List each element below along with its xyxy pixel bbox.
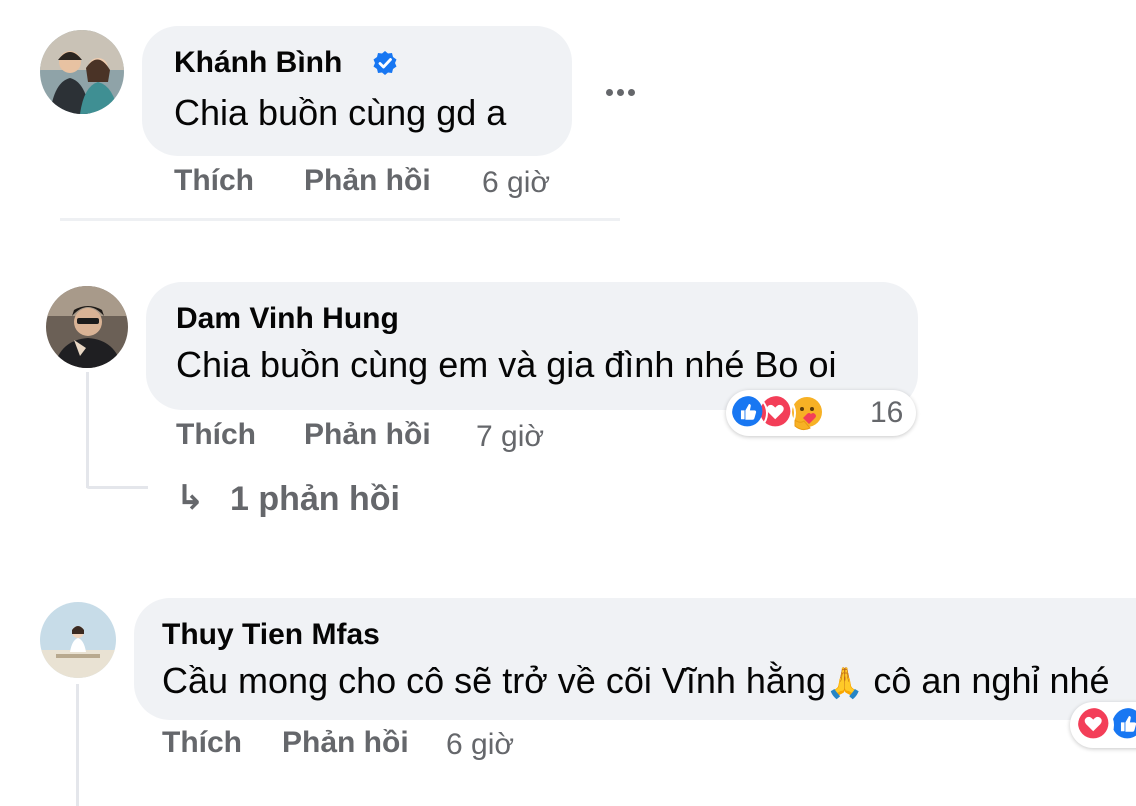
more-options-icon[interactable] [602, 84, 642, 100]
like-button[interactable]: Thích [176, 418, 256, 452]
comment-text: Chia buồn cùng em và gia đình nhé Bo oi [176, 344, 837, 385]
like-button[interactable]: Thích [174, 164, 254, 198]
comment-author[interactable]: Dam Vinh Hung [176, 302, 399, 336]
love-icon [1076, 706, 1114, 744]
thread-line-curve [86, 486, 148, 489]
comment-author[interactable]: Thuy Tien Mfas [162, 618, 380, 652]
verified-badge-icon [373, 51, 397, 75]
reaction-summary[interactable]: 16 [726, 390, 916, 436]
comment-author[interactable]: Khánh Bình [174, 46, 342, 80]
divider [60, 218, 620, 221]
like-button[interactable]: Thích [162, 726, 242, 760]
reaction-summary[interactable] [1070, 702, 1136, 748]
reply-arrow-icon[interactable]: ↳ [176, 478, 205, 518]
avatar-dam-vinh-hung[interactable] [46, 286, 128, 368]
reaction-count: 16 [870, 396, 904, 429]
comment-timestamp[interactable]: 6 giờ [482, 166, 550, 200]
reply-button[interactable]: Phản hồi [304, 418, 431, 452]
thread-line [76, 684, 79, 806]
comment-text: Cầu mong cho cô sẽ trở về cõi Vĩnh hằng🙏… [162, 660, 1110, 702]
view-replies-link[interactable]: 1 phản hồi [230, 480, 400, 519]
comment-timestamp[interactable]: 6 giờ [446, 728, 514, 762]
like-icon [730, 394, 768, 432]
comment-text-part: Cầu mong cho cô sẽ trở về cõi Vĩnh hằng [162, 660, 826, 701]
reply-button[interactable]: Phản hồi [282, 726, 409, 760]
reply-button[interactable]: Phản hồi [304, 164, 431, 198]
comment-text-part: cô an nghỉ nhé [863, 660, 1110, 701]
praying-hands-icon: 🙏 [825, 667, 864, 700]
comment-timestamp[interactable]: 7 giờ [476, 420, 544, 454]
avatar-khanh-binh[interactable] [40, 30, 124, 114]
thread-line [86, 372, 89, 488]
comment-text: Chia buồn cùng gd a [174, 92, 507, 133]
comments-screenshot: Khánh Bình Chia buồn cùng gd a Thích Phả… [0, 0, 1136, 806]
avatar-thuy-tien-mfas[interactable] [40, 602, 116, 678]
